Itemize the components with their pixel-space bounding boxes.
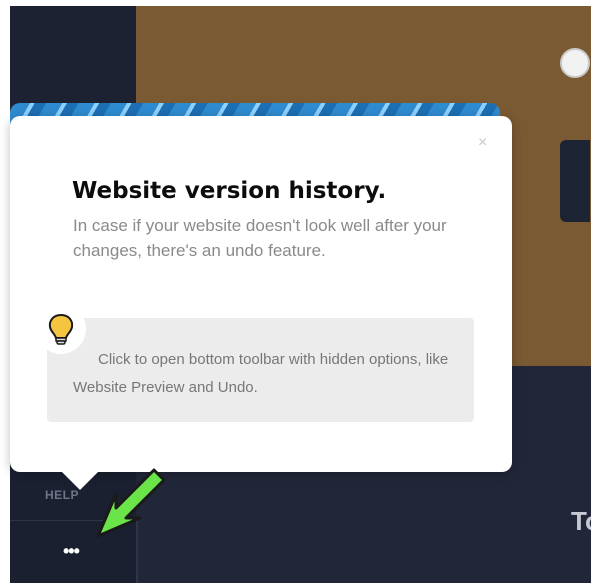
sidebar-top — [10, 6, 136, 116]
close-icon[interactable]: × — [478, 134, 487, 152]
section-heading: To — [571, 506, 591, 536]
popup-description: In case if your website doesn't look wel… — [73, 216, 447, 260]
arrow-icon — [96, 468, 166, 538]
popup-title: Website version history. — [72, 178, 387, 204]
lightbulb-icon — [36, 304, 86, 354]
tip-text-container: Click to open bottom toolbar with hidden… — [73, 346, 453, 402]
hero-button[interactable] — [560, 140, 590, 222]
radio-circle[interactable] — [560, 48, 590, 78]
tip-text: Click to open bottom toolbar with hidden… — [73, 351, 449, 396]
more-options-icon[interactable]: ••• — [63, 541, 80, 562]
